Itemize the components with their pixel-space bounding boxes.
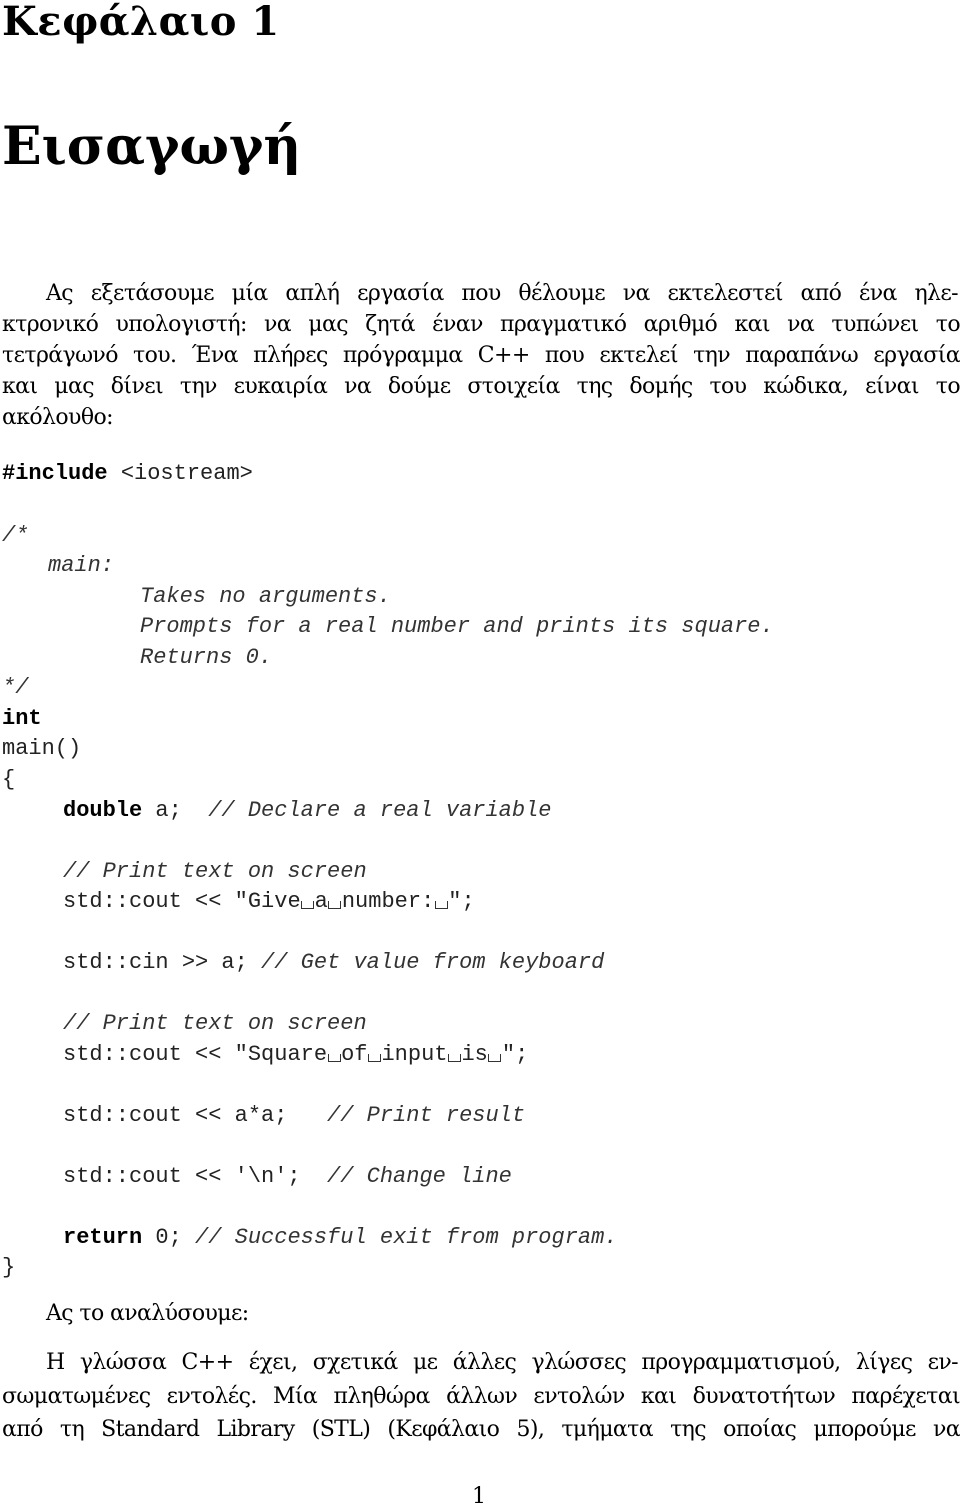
paragraph-line: σωματωμένες εντολές. Μία πληθώρα άλλων ε…	[2, 1384, 960, 1409]
string-word: of	[341, 1042, 368, 1067]
code-line-newline: std::cout << '\n'; // Change line	[63, 1162, 512, 1192]
paragraph-line: Η γλώσσα C++ έχει, σχετικά με άλλες γλώσ…	[46, 1350, 959, 1375]
cout-prefix: std::cout <<	[63, 889, 235, 914]
comment-line: Returns 0.	[140, 645, 273, 670]
comment-func-name: main:	[48, 553, 115, 578]
visible-space-icon	[301, 901, 315, 909]
code-line-cout-square: std::cout << "Square of input is ";	[63, 1042, 529, 1067]
visible-space-icon	[327, 1054, 341, 1062]
string-word: Give	[247, 889, 301, 914]
code-line-declare: double a; // Declare a real variable	[63, 796, 552, 826]
string-word: number:	[341, 889, 435, 914]
visible-space-icon	[447, 1054, 461, 1062]
result-statement: std::cout << a*a;	[63, 1103, 288, 1128]
string-word: is	[461, 1042, 488, 1067]
declare-rest: a;	[155, 798, 182, 823]
chapter-label: Κεφάλαιο 1	[2, 0, 280, 45]
comment-line: Takes no arguments.	[140, 584, 391, 609]
double-keyword: double	[63, 798, 143, 823]
function-signature: main()	[2, 736, 82, 761]
brace-open: {	[2, 767, 16, 792]
cin-comment: // Get value from keyboard	[261, 950, 605, 975]
newline-statement: std::cout << '\n';	[63, 1164, 301, 1189]
paragraph-line: και μας δίνει την ευκαιρία να δούμε στοι…	[2, 374, 960, 399]
comment-line: Prompts for a real number and prints its…	[140, 614, 774, 639]
paragraph-line: από τη Standard Library (STL) (Κεφάλαιο …	[2, 1417, 960, 1442]
result-comment: // Print result	[327, 1103, 526, 1128]
comment-close: */	[2, 675, 29, 700]
code-line-cin: std::cin >> a; // Get value from keyboar…	[63, 948, 604, 978]
code-line-return: return 0; // Successful exit from progra…	[63, 1223, 618, 1253]
page-number: 1	[472, 1484, 486, 1509]
print-comment: // Print text on screen	[63, 859, 367, 884]
string-word: a	[314, 889, 328, 914]
code-line-include: #include <iostream>	[2, 459, 253, 489]
chapter-title: Εισαγωγή	[2, 116, 302, 177]
paragraph-line: Ας εξετάσουμε μία απλή εργασία που θέλου…	[46, 281, 959, 306]
include-keyword: #include	[2, 461, 108, 486]
paragraph-line: ακόλουθο:	[2, 405, 114, 430]
cin-statement: std::cin >> a;	[63, 950, 248, 975]
comment-open: /*	[2, 523, 29, 548]
print-comment: // Print text on screen	[63, 1011, 367, 1036]
return-type: int	[2, 706, 42, 731]
return-rest: 0;	[155, 1225, 182, 1250]
visible-space-icon	[488, 1054, 502, 1062]
include-header: <iostream>	[120, 461, 253, 486]
brace-close: }	[2, 1255, 16, 1280]
cout-prefix: std::cout <<	[63, 1042, 235, 1067]
return-keyword: return	[63, 1225, 143, 1250]
string-word: Square	[247, 1042, 328, 1067]
return-comment: // Successful exit from program.	[195, 1225, 618, 1250]
paragraph-line: κτρονικό υπολογιστή: να μας ζητά έναν πρ…	[2, 312, 960, 337]
visible-space-icon	[328, 901, 342, 909]
code-line-result: std::cout << a*a; // Print result	[63, 1101, 525, 1131]
analysis-heading: Ας το αναλύσουμε:	[46, 1301, 249, 1326]
code-line-cout-prompt: std::cout << "Give a number: ";	[63, 889, 475, 914]
visible-space-icon	[434, 901, 448, 909]
string-word: input	[381, 1042, 448, 1067]
visible-space-icon	[367, 1054, 381, 1062]
declare-comment: // Declare a real variable	[208, 798, 552, 823]
newline-comment: // Change line	[327, 1164, 512, 1189]
paragraph-line: τετράγωνό του. Ένα πλήρες πρόγραμμα C++ …	[2, 343, 960, 368]
